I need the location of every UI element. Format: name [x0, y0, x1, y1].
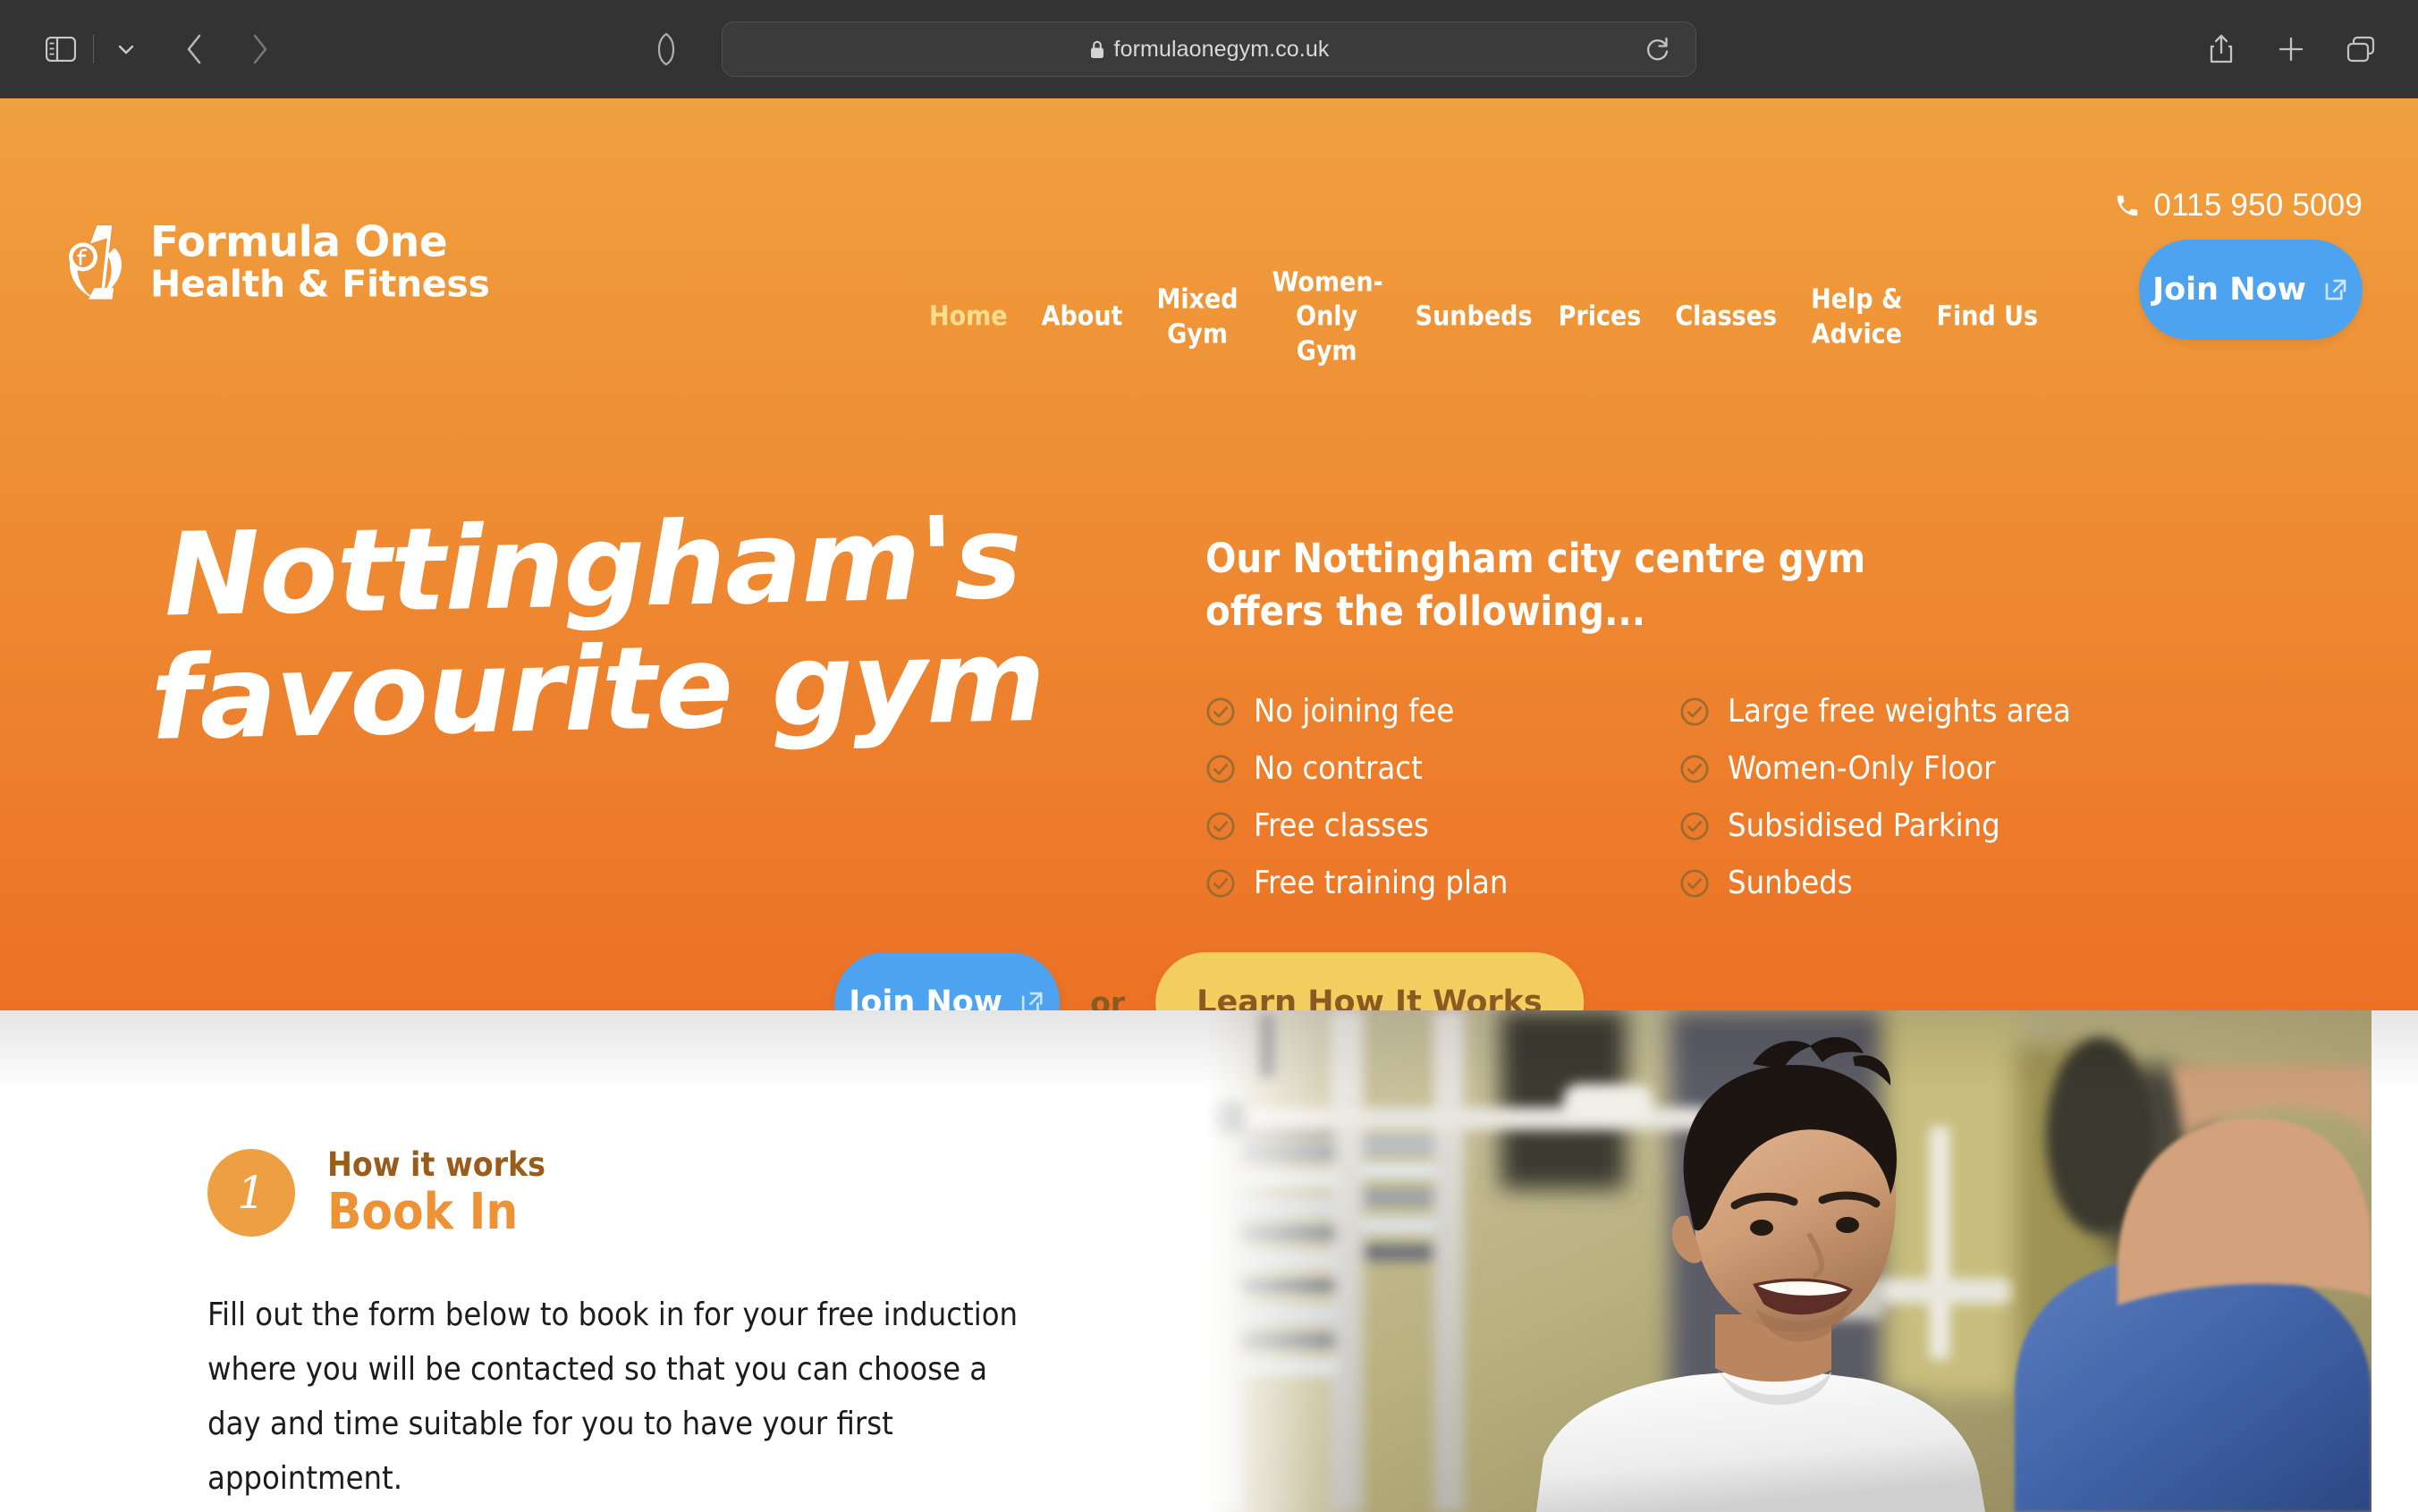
- feature-label: Subsidised Parking: [1728, 807, 2000, 844]
- gym-induction-photo: [1205, 1010, 2372, 1512]
- feature-label: Free training plan: [1254, 864, 1509, 901]
- share-icon[interactable]: [2196, 24, 2246, 74]
- formula-one-logo-mark-icon: [61, 221, 131, 303]
- site-logo[interactable]: Formula One Health & Fitness: [61, 220, 490, 303]
- check-circle-icon: [1205, 697, 1236, 727]
- feature-item: Free classes: [1205, 798, 1679, 855]
- check-circle-icon: [1679, 697, 1710, 727]
- check-circle-icon: [1679, 754, 1710, 784]
- nav-item-classes[interactable]: Classes: [1658, 300, 1794, 334]
- feature-label: Sunbeds: [1728, 864, 1853, 901]
- how-it-works-body: Fill out the form below to book in for y…: [207, 1296, 1019, 1498]
- main-navigation: Home About Mixed Gym Women-Only Gym Sunb…: [912, 266, 2055, 368]
- hero-section: Formula One Health & Fitness Home About …: [0, 98, 2418, 1010]
- url-display: formulaonegym.co.uk: [1089, 37, 1330, 63]
- learn-how-it-works-button[interactable]: Learn How It Works: [1155, 952, 1584, 1010]
- phone-number: 0115 950 5009: [2153, 188, 2363, 223]
- feature-column-right: Large free weights area Women-Only Floor…: [1679, 683, 2153, 912]
- logo-line-2: Health & Fitness: [150, 262, 490, 306]
- hero-headline: Nottingham's favourite gym: [149, 491, 1062, 766]
- cta-or-label: or: [1090, 984, 1126, 1011]
- feature-column-left: No joining fee No contract Free classes …: [1205, 683, 1679, 912]
- how-it-works-title: Book In: [327, 1183, 519, 1242]
- sidebar-toggle-icon[interactable]: [36, 24, 86, 74]
- hero-headline-line-2: favourite gym: [148, 614, 1046, 767]
- forward-arrow-icon[interactable]: [235, 24, 285, 74]
- feature-label: Large free weights area: [1728, 692, 2071, 730]
- hero-features-panel: Our Nottingham city centre gym offers th…: [1205, 532, 2153, 912]
- hero-cta-group: Join Now or Learn How It Works: [834, 952, 1584, 1010]
- how-it-works-section: 1 How it works Book In Fill out the form…: [0, 1010, 2418, 1512]
- check-circle-icon: [1205, 811, 1236, 841]
- join-now-hero-label: Join Now: [849, 984, 1003, 1010]
- feature-item: No contract: [1205, 740, 1679, 798]
- url-text: formulaonegym.co.uk: [1113, 36, 1330, 62]
- join-now-header-button[interactable]: Join Now: [2139, 240, 2363, 340]
- logo-line-1: Formula One: [150, 217, 448, 267]
- feature-item: Subsidised Parking: [1679, 798, 2153, 855]
- feature-columns: No joining fee No contract Free classes …: [1205, 683, 2153, 912]
- tab-overview-icon[interactable]: [2336, 24, 2386, 74]
- lock-icon: [1089, 39, 1105, 60]
- reload-icon[interactable]: [1640, 31, 1676, 67]
- join-now-header-label: Join Now: [2152, 272, 2306, 308]
- external-link-icon: [2322, 276, 2349, 303]
- check-circle-icon: [1679, 868, 1710, 899]
- feature-label: No contract: [1254, 749, 1423, 787]
- join-now-hero-button[interactable]: Join Now: [834, 952, 1061, 1010]
- address-bar[interactable]: formulaonegym.co.uk: [722, 21, 1696, 77]
- how-it-works-kicker: How it works: [327, 1145, 545, 1184]
- browser-toolbar: formulaonegym.co.uk: [0, 0, 2418, 98]
- phone-icon: [2114, 192, 2141, 219]
- site-header: Formula One Health & Fitness Home About …: [0, 98, 2418, 367]
- chevron-down-icon[interactable]: [101, 24, 151, 74]
- browser-actions: [2196, 24, 2386, 74]
- address-bar-container: formulaonegym.co.uk: [722, 21, 1696, 77]
- how-it-works-heading: 1 How it works Book In: [207, 1145, 1084, 1241]
- plus-icon[interactable]: [2266, 24, 2316, 74]
- feature-item: Large free weights area: [1679, 683, 2153, 740]
- feature-label: No joining fee: [1254, 692, 1455, 730]
- toolbar-divider: [93, 35, 94, 63]
- back-arrow-icon[interactable]: [169, 24, 219, 74]
- nav-item-help-advice[interactable]: Help & Advice: [1794, 283, 1919, 352]
- feature-item: Sunbeds: [1679, 855, 2153, 912]
- nav-item-prices[interactable]: Prices: [1542, 300, 1659, 334]
- step-number-badge: 1: [207, 1148, 295, 1237]
- how-it-works-content: 1 How it works Book In Fill out the form…: [207, 1145, 1084, 1512]
- feature-item: Free training plan: [1205, 855, 1679, 912]
- feature-label: Women-Only Floor: [1728, 749, 1996, 787]
- hero-subheading: Our Nottingham city centre gym offers th…: [1205, 535, 1866, 636]
- nav-item-find-us[interactable]: Find Us: [1920, 300, 2056, 334]
- browser-nav-controls: [36, 24, 285, 74]
- logo-wordmark: Formula One Health & Fitness: [150, 220, 490, 303]
- external-link-icon: [1019, 989, 1045, 1010]
- check-circle-icon: [1205, 754, 1236, 784]
- nav-item-about[interactable]: About: [1025, 300, 1140, 334]
- phone-link[interactable]: 0115 950 5009: [2114, 188, 2363, 224]
- header-actions: 0115 950 5009 Join Now: [2114, 188, 2363, 340]
- nav-item-home[interactable]: Home: [912, 300, 1025, 334]
- learn-how-it-works-label: Learn How It Works: [1196, 984, 1543, 1010]
- nav-item-sunbeds[interactable]: Sunbeds: [1399, 300, 1542, 334]
- feature-label: Free classes: [1254, 807, 1429, 844]
- feature-item: No joining fee: [1205, 683, 1679, 740]
- nav-item-women-only-gym[interactable]: Women-Only Gym: [1256, 266, 1399, 368]
- feature-item: Women-Only Floor: [1679, 740, 2153, 798]
- check-circle-icon: [1205, 868, 1236, 899]
- check-circle-icon: [1679, 811, 1710, 841]
- nav-item-mixed-gym[interactable]: Mixed Gym: [1139, 283, 1255, 352]
- how-it-works-titles: How it works Book In: [327, 1145, 545, 1241]
- privacy-shield-icon[interactable]: [644, 27, 689, 72]
